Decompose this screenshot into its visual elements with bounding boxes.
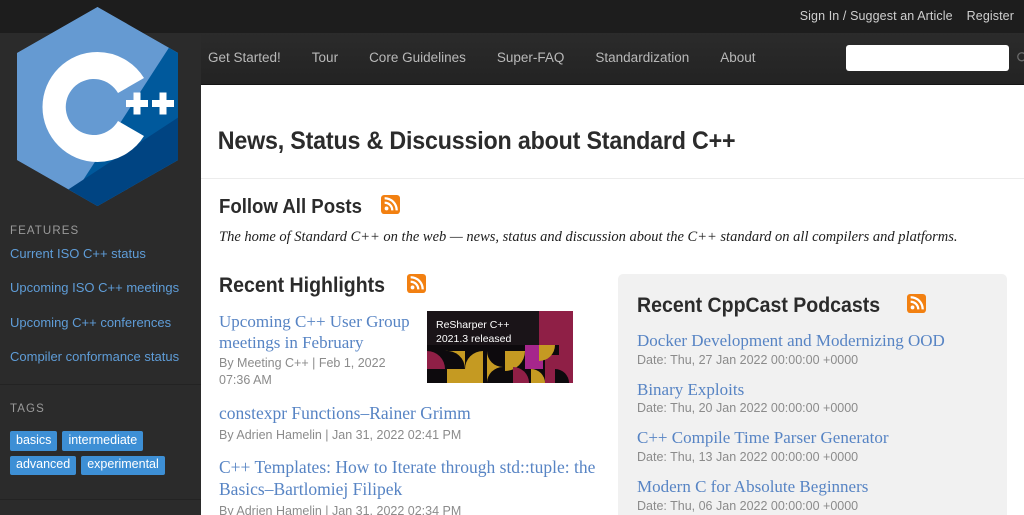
podcast-title[interactable]: C++ Compile Time Parser Generator [637, 428, 989, 449]
nav-tour[interactable]: Tour [312, 50, 338, 65]
follow-all-posts-subtitle: The home of Standard C++ on the web — ne… [219, 219, 1024, 246]
page-title: News, Status & Discussion about Standard… [201, 85, 966, 156]
podcast-date: Date: Thu, 27 Jan 2022 00:00:00 +0000 [637, 352, 989, 367]
podcast-title[interactable]: Binary Exploits [637, 380, 989, 401]
highlight-post: C++ Templates: How to Iterate through st… [219, 457, 601, 515]
search-box[interactable] [846, 45, 1009, 71]
highlight-post: constexpr Functions–Rainer Grimm By Adri… [219, 403, 601, 444]
top-utility-links: Sign In / Suggest an Article Register [800, 9, 1014, 23]
page-root: News, Status & Discussion about Standard… [0, 0, 1024, 515]
recent-highlights-header: Recent Highlights [219, 274, 601, 298]
tag-basics[interactable]: basics [10, 431, 57, 451]
highlight-post-meta: By Meeting C++ | Feb 1, 2022 07:36 AM [219, 353, 415, 389]
cppcast-column: Recent CppCast Podcasts Docker Developme… [618, 274, 1007, 515]
sidebar-item-upcoming-iso-meetings[interactable]: Upcoming ISO C++ meetings [0, 281, 201, 315]
resharper-banner-thumbnail[interactable]: ReSharper C++ 2021.3 released [427, 311, 573, 383]
sidebar-features-heading: FEATURES [0, 213, 201, 247]
nav-items: Get Started! Tour Core Guidelines Super-… [208, 50, 756, 65]
nav-core-guidelines[interactable]: Core Guidelines [369, 50, 466, 65]
sidebar-body: FEATURES Current ISO C++ status Upcoming… [0, 213, 201, 500]
highlight-post-meta: By Adrien Hamelin | Jan 31, 2022 02:41 P… [219, 425, 601, 444]
search-input[interactable] [846, 51, 1016, 65]
sidebar-tags-heading: TAGS [0, 385, 201, 425]
follow-all-posts-section: Follow All Posts The home of Standard C+… [201, 179, 1024, 246]
recent-highlights-title: Recent Highlights [219, 274, 385, 298]
follow-all-posts-title: Follow All Posts [219, 196, 362, 219]
sign-in-link[interactable]: Sign In / Suggest an Article [800, 9, 953, 23]
podcast-date: Date: Thu, 13 Jan 2022 00:00:00 +0000 [637, 449, 989, 464]
cpp-logo-overlay[interactable] [10, 5, 185, 208]
highlight-post-title[interactable]: constexpr Functions–Rainer Grimm [219, 403, 601, 425]
nav-about[interactable]: About [720, 50, 755, 65]
register-link[interactable]: Register [967, 9, 1014, 23]
main-nav-bar: Get Started! Tour Core Guidelines Super-… [201, 33, 1024, 85]
sidebar-item-upcoming-conferences[interactable]: Upcoming C++ conferences [0, 316, 201, 350]
rss-icon-highlights[interactable] [407, 274, 426, 298]
tag-experimental[interactable]: experimental [81, 456, 165, 476]
sidebar-divider-bottom [0, 499, 201, 500]
cppcast-title: Recent CppCast Podcasts [637, 294, 880, 318]
podcast-date: Date: Thu, 06 Jan 2022 00:00:00 +0000 [637, 498, 989, 513]
thumbnail-caption: ReSharper C++ 2021.3 released [436, 318, 511, 346]
highlight-post-title[interactable]: C++ Templates: How to Iterate through st… [219, 457, 601, 500]
podcast-item: Binary Exploits Date: Thu, 20 Jan 2022 0… [637, 380, 989, 416]
cppcast-header: Recent CppCast Podcasts [637, 294, 989, 318]
tag-intermediate[interactable]: intermediate [62, 431, 143, 451]
nav-super-faq[interactable]: Super-FAQ [497, 50, 565, 65]
sidebar-item-current-iso-status[interactable]: Current ISO C++ status [0, 247, 201, 281]
sidebar-item-compiler-conformance[interactable]: Compiler conformance status [0, 350, 201, 384]
main-content: News, Status & Discussion about Standard… [201, 85, 1024, 515]
sidebar-tag-list: basics intermediate advanced experimenta… [0, 425, 195, 475]
highlight-post: Upcoming C++ User Group meetings in Febr… [219, 311, 601, 389]
highlight-post-meta: By Adrien Hamelin | Jan 31, 2022 02:34 P… [219, 501, 601, 515]
tag-advanced[interactable]: advanced [10, 456, 76, 476]
podcast-item: Modern C for Absolute Beginners Date: Th… [637, 477, 989, 513]
recent-cppcast-panel: Recent CppCast Podcasts Docker Developme… [618, 274, 1007, 515]
rss-icon[interactable] [381, 195, 400, 219]
nav-get-started[interactable]: Get Started! [208, 50, 281, 65]
podcast-title[interactable]: Docker Development and Modernizing OOD [637, 331, 989, 352]
content-columns: Recent Highlights Upcoming C++ User Grou… [201, 246, 1024, 515]
recent-highlights-column: Recent Highlights Upcoming C++ User Grou… [219, 274, 601, 515]
nav-standardization[interactable]: Standardization [595, 50, 689, 65]
highlight-post-title[interactable]: Upcoming C++ User Group meetings in Febr… [219, 311, 415, 353]
podcast-title[interactable]: Modern C for Absolute Beginners [637, 477, 989, 498]
rss-icon-cppcast[interactable] [907, 294, 926, 318]
search-icon[interactable] [1016, 45, 1024, 71]
podcast-item: C++ Compile Time Parser Generator Date: … [637, 428, 989, 464]
podcast-item: Docker Development and Modernizing OOD D… [637, 331, 989, 367]
podcast-date: Date: Thu, 20 Jan 2022 00:00:00 +0000 [637, 400, 989, 415]
